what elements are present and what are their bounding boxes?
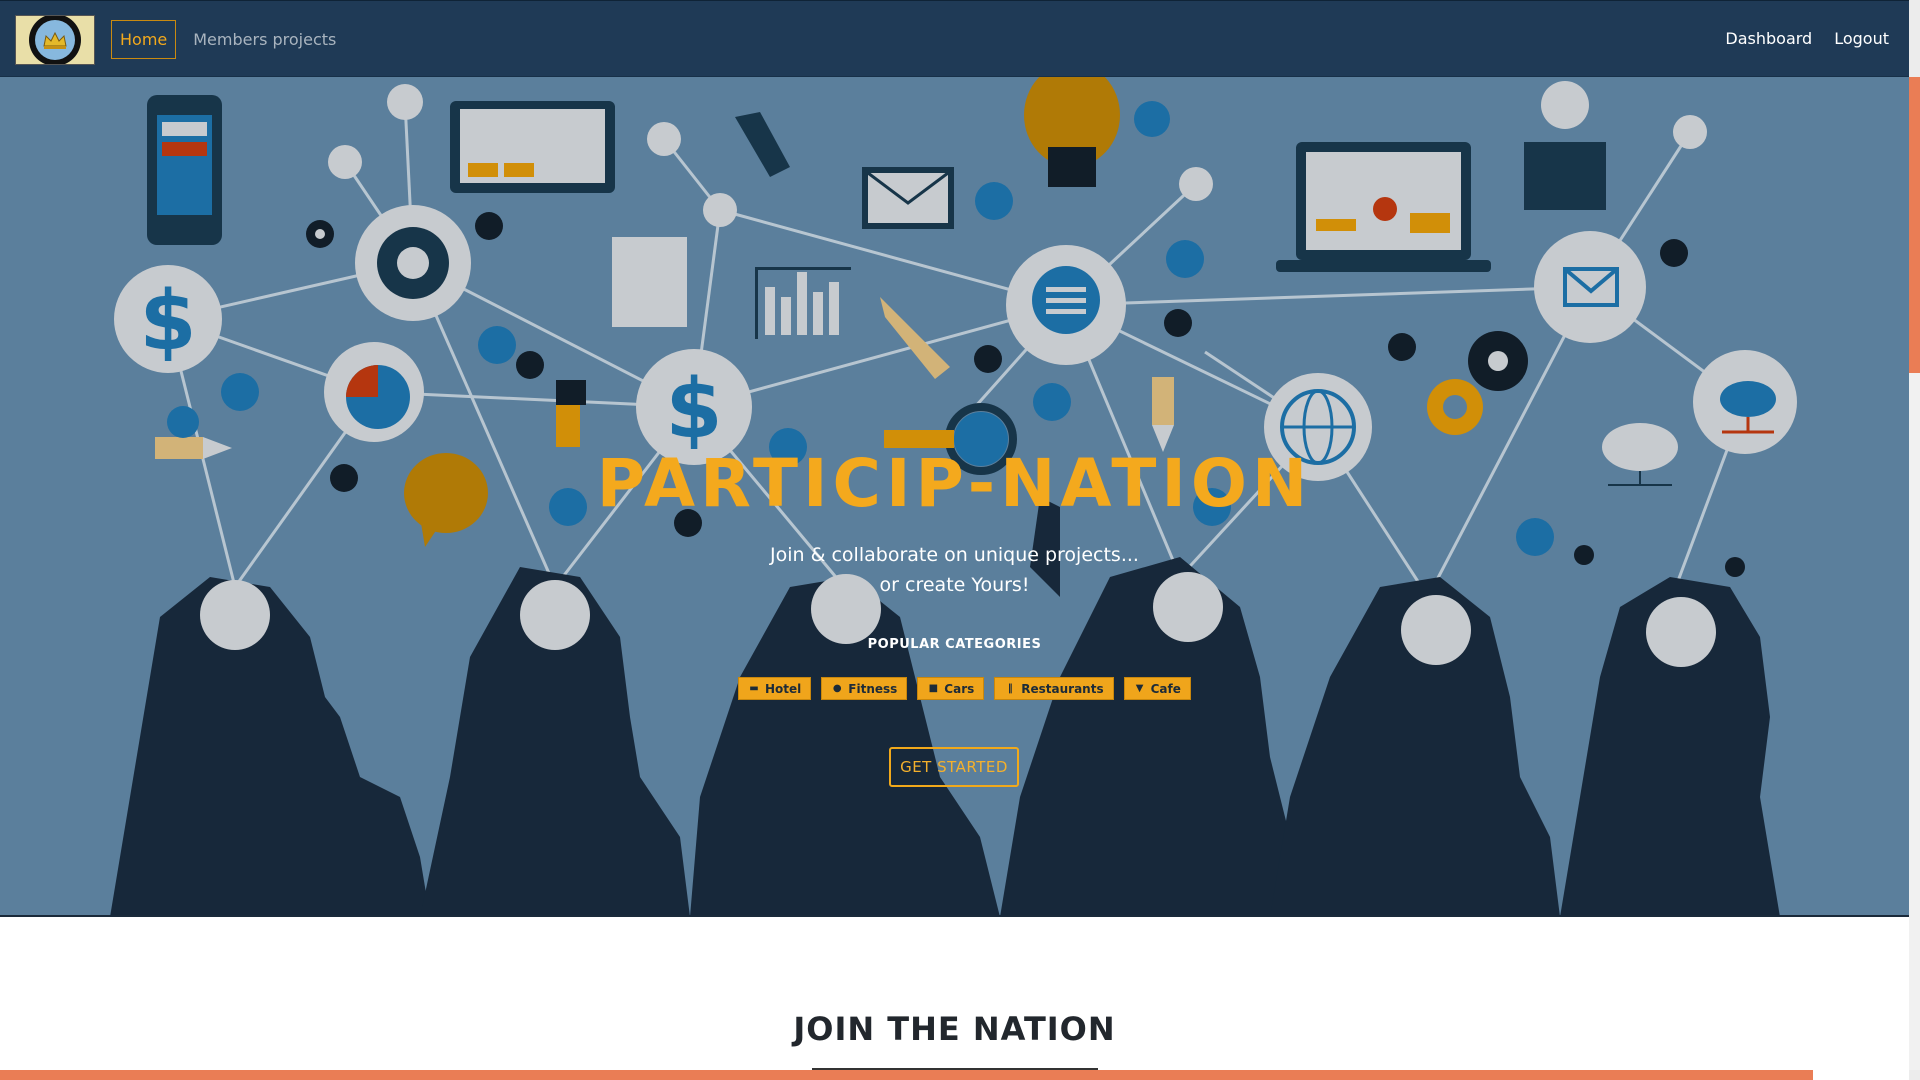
nav-logout-link[interactable]: Logout — [1834, 29, 1889, 48]
car-icon: ■ — [928, 682, 939, 694]
category-label: Cafe — [1150, 681, 1181, 696]
hero-tagline-line2: or create Yours! — [879, 574, 1030, 596]
hero-tagline-line1: Join & collaborate on unique projects... — [770, 544, 1139, 566]
category-restaurants-button[interactable]: ‖ Restaurants — [994, 677, 1114, 700]
nav-dashboard-link[interactable]: Dashboard — [1725, 29, 1812, 48]
category-label: Restaurants — [1021, 681, 1104, 696]
cutlery-icon: ‖ — [1007, 682, 1013, 694]
nav-members-projects-link[interactable]: Members projects — [184, 20, 345, 59]
category-hotel-button[interactable]: ▬ Hotel — [738, 677, 812, 700]
category-cars-button[interactable]: ■ Cars — [917, 677, 985, 700]
category-label: Cars — [944, 681, 975, 696]
top-navbar: Home Members projects Dashboard Logout — [0, 0, 1909, 77]
bed-icon: ▬ — [749, 682, 759, 694]
site-logo[interactable] — [15, 15, 95, 65]
hero-title: PARTICIP-NATION — [596, 445, 1313, 522]
user-icon: ● — [832, 682, 842, 694]
category-fitness-button[interactable]: ● Fitness — [821, 677, 908, 700]
join-section-title: JOIN THE NATION — [793, 1010, 1116, 1048]
hero-section: $ $ PARTICIP-NATION Join & collaborate o… — [0, 77, 1909, 917]
coffee-icon: ▼ — [1135, 682, 1144, 694]
hero-tagline: Join & collaborate on unique projects...… — [0, 540, 1909, 600]
category-list: ▬ Hotel ● Fitness ■ Cars ‖ Restaurants ▼… — [738, 677, 1191, 700]
scrollbar-thumb[interactable] — [1909, 77, 1920, 373]
category-label: Hotel — [765, 681, 802, 696]
bottom-accent-bar — [0, 1070, 1813, 1080]
category-label: Fitness — [848, 681, 898, 696]
scrollbar-track — [1909, 373, 1920, 1070]
category-cafe-button[interactable]: ▼ Cafe — [1123, 677, 1191, 700]
get-started-button[interactable]: GET STARTED — [889, 747, 1019, 787]
nav-home-link[interactable]: Home — [111, 20, 177, 59]
crown-logo-icon — [16, 16, 94, 64]
popular-categories-heading: POPULAR CATEGORIES — [867, 637, 1042, 652]
